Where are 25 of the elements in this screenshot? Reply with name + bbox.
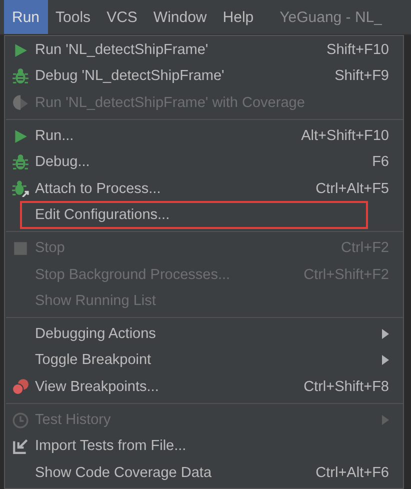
menu-item[interactable]: Import Tests from File...	[5, 433, 403, 460]
breakpoints-icon	[12, 378, 28, 396]
menu-item[interactable]: Run... Alt+Shift+F10	[5, 122, 403, 150]
import-icon	[12, 438, 28, 455]
menu-item[interactable]: Toggle Breakpoint	[5, 347, 403, 374]
menu-item[interactable]: Debug 'NL_detectShipFrame' Shift+F9	[5, 63, 403, 90]
menu-item[interactable]: Run 'NL_detectShipFrame' Shift+F10	[5, 37, 403, 64]
bug-arrow-icon	[12, 180, 28, 198]
menu-bar-item[interactable]: Help	[214, 0, 262, 34]
menu-bar-item[interactable]: VCS	[98, 0, 146, 34]
menu-bar-item[interactable]: Tools	[48, 0, 99, 34]
menu-item[interactable]: View Breakpoints... Ctrl+Shift+F8	[5, 374, 403, 400]
coverage-icon	[12, 94, 28, 112]
menu-item[interactable]: Debugging Actions	[5, 320, 403, 348]
menu-item[interactable]: Attach to Process... Ctrl+Alt+F5	[5, 175, 403, 202]
menu-item[interactable]: Show Code Coverage Data Ctrl+Alt+F6	[5, 459, 403, 486]
menu-bar-item[interactable]: Window	[145, 0, 215, 34]
menu-item[interactable]: Edit Configurations...	[5, 202, 403, 228]
menu-item[interactable]: Debug... F6	[5, 149, 403, 176]
stop-icon	[12, 240, 28, 257]
bug-icon	[12, 154, 28, 171]
menu-bar-item[interactable]: Run	[4, 0, 48, 34]
bug-icon	[12, 68, 28, 85]
clock-icon	[12, 412, 28, 428]
window-title: YeGuang - NL_	[280, 8, 382, 28]
